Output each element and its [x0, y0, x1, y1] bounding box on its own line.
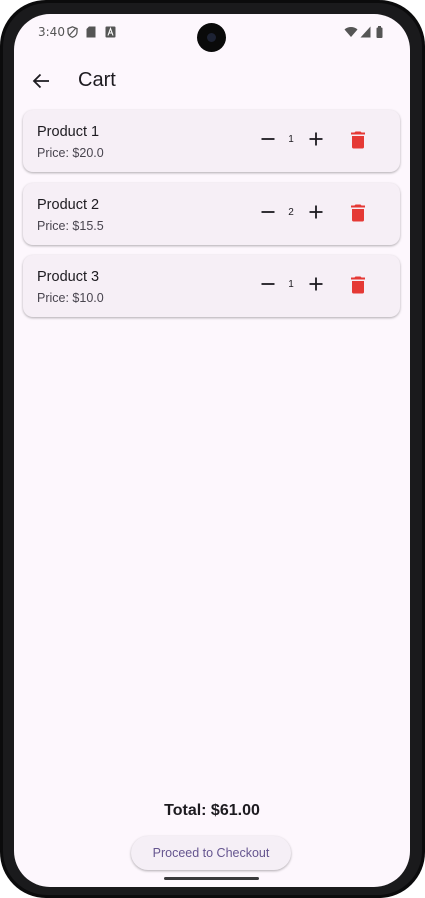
quantity-value: 2 — [288, 206, 294, 218]
decrease-quantity-button[interactable] — [256, 200, 280, 224]
phone-frame: 3:40 Cart Product 1 Price: $20.0 1 Produ… — [0, 0, 425, 898]
back-button[interactable] — [26, 66, 56, 96]
checkout-button[interactable]: Proceed to Checkout — [131, 836, 291, 870]
cart-item: Product 3 Price: $10.0 1 — [23, 255, 400, 317]
product-name: Product 3 — [37, 269, 100, 285]
sd-card-icon — [86, 25, 96, 43]
vpn-shield-icon — [67, 25, 78, 43]
quantity-value: 1 — [288, 279, 294, 290]
trash-icon — [351, 131, 365, 149]
wifi-icon — [344, 25, 358, 43]
page-title: Cart — [78, 69, 116, 91]
product-price: Price: $15.5 — [37, 218, 104, 233]
delete-item-button[interactable] — [345, 127, 371, 153]
front-camera — [197, 23, 226, 52]
plus-icon — [309, 277, 323, 291]
cart-total: Total: $61.00 — [164, 802, 260, 819]
delete-item-button[interactable] — [345, 200, 371, 226]
increase-quantity-button[interactable] — [304, 272, 328, 296]
cell-signal-icon — [360, 25, 371, 43]
minus-icon — [261, 283, 275, 285]
trash-icon — [351, 276, 365, 294]
quantity-value: 1 — [288, 134, 294, 145]
status-bar: 3:40 — [14, 14, 410, 52]
arrow-back-icon — [32, 73, 49, 89]
app-bar: Cart — [14, 64, 410, 98]
increase-quantity-button[interactable] — [304, 200, 328, 224]
minus-icon — [261, 138, 275, 140]
decrease-quantity-button[interactable] — [256, 272, 280, 296]
battery-icon — [376, 25, 383, 43]
product-price: Price: $20.0 — [37, 146, 104, 160]
product-price: Price: $10.0 — [37, 291, 104, 305]
trash-icon — [351, 204, 365, 221]
cart-item: Product 1 Price: $20.0 1 — [23, 110, 400, 172]
minus-icon — [261, 210, 275, 213]
cart-list: Product 1 Price: $20.0 1 Product 2 Price… — [23, 110, 400, 328]
plus-icon — [309, 132, 323, 146]
increase-quantity-button[interactable] — [304, 127, 328, 151]
status-time: 3:40 — [38, 25, 65, 39]
cart-item: Product 2 Price: $15.5 2 — [23, 182, 400, 245]
delete-item-button[interactable] — [345, 272, 371, 298]
home-indicator[interactable] — [164, 877, 259, 880]
text-a-icon — [105, 25, 116, 43]
plus-icon — [309, 205, 323, 218]
product-name: Product 2 — [37, 196, 100, 213]
app-screen: 3:40 Cart Product 1 Price: $20.0 1 Produ… — [14, 14, 410, 887]
product-name: Product 1 — [37, 124, 100, 140]
decrease-quantity-button[interactable] — [256, 127, 280, 151]
